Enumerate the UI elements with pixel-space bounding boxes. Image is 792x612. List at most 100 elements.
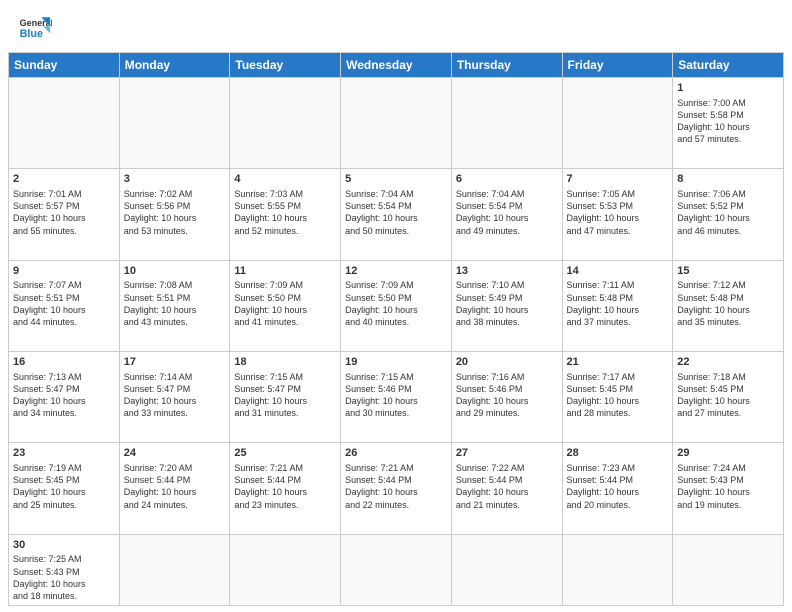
day-number: 8	[677, 172, 779, 187]
calendar-cell	[562, 534, 673, 605]
day-number: 3	[124, 172, 226, 187]
calendar-tbody: 1Sunrise: 7:00 AM Sunset: 5:58 PM Daylig…	[9, 78, 784, 606]
calendar-week-row: 30Sunrise: 7:25 AM Sunset: 5:43 PM Dayli…	[9, 534, 784, 605]
calendar-week-row: 2Sunrise: 7:01 AM Sunset: 5:57 PM Daylig…	[9, 169, 784, 260]
day-number: 22	[677, 355, 779, 370]
weekday-header-thursday: Thursday	[451, 53, 562, 78]
day-info: Sunrise: 7:12 AM Sunset: 5:48 PM Dayligh…	[677, 279, 779, 328]
day-info: Sunrise: 7:13 AM Sunset: 5:47 PM Dayligh…	[13, 371, 115, 420]
day-info: Sunrise: 7:15 AM Sunset: 5:47 PM Dayligh…	[234, 371, 336, 420]
logo: General Blue	[16, 10, 58, 46]
day-info: Sunrise: 7:22 AM Sunset: 5:44 PM Dayligh…	[456, 462, 558, 511]
calendar-cell: 17Sunrise: 7:14 AM Sunset: 5:47 PM Dayli…	[119, 351, 230, 442]
day-info: Sunrise: 7:20 AM Sunset: 5:44 PM Dayligh…	[124, 462, 226, 511]
calendar-cell: 12Sunrise: 7:09 AM Sunset: 5:50 PM Dayli…	[341, 260, 452, 351]
header: General Blue	[0, 0, 792, 52]
weekday-header-sunday: Sunday	[9, 53, 120, 78]
calendar-cell: 21Sunrise: 7:17 AM Sunset: 5:45 PM Dayli…	[562, 351, 673, 442]
calendar-wrap: SundayMondayTuesdayWednesdayThursdayFrid…	[0, 52, 792, 612]
calendar-thead: SundayMondayTuesdayWednesdayThursdayFrid…	[9, 53, 784, 78]
calendar-cell: 10Sunrise: 7:08 AM Sunset: 5:51 PM Dayli…	[119, 260, 230, 351]
calendar-cell: 3Sunrise: 7:02 AM Sunset: 5:56 PM Daylig…	[119, 169, 230, 260]
day-info: Sunrise: 7:01 AM Sunset: 5:57 PM Dayligh…	[13, 188, 115, 237]
day-number: 16	[13, 355, 115, 370]
calendar-page: General Blue SundayMondayTuesdayWednesda…	[0, 0, 792, 612]
calendar-cell: 11Sunrise: 7:09 AM Sunset: 5:50 PM Dayli…	[230, 260, 341, 351]
calendar-cell	[451, 78, 562, 169]
calendar-cell: 15Sunrise: 7:12 AM Sunset: 5:48 PM Dayli…	[673, 260, 784, 351]
day-number: 25	[234, 446, 336, 461]
calendar-cell: 6Sunrise: 7:04 AM Sunset: 5:54 PM Daylig…	[451, 169, 562, 260]
calendar-cell: 28Sunrise: 7:23 AM Sunset: 5:44 PM Dayli…	[562, 443, 673, 534]
day-info: Sunrise: 7:24 AM Sunset: 5:43 PM Dayligh…	[677, 462, 779, 511]
day-number: 20	[456, 355, 558, 370]
day-number: 19	[345, 355, 447, 370]
weekday-header-saturday: Saturday	[673, 53, 784, 78]
day-info: Sunrise: 7:04 AM Sunset: 5:54 PM Dayligh…	[345, 188, 447, 237]
day-number: 24	[124, 446, 226, 461]
calendar-cell: 30Sunrise: 7:25 AM Sunset: 5:43 PM Dayli…	[9, 534, 120, 605]
day-number: 27	[456, 446, 558, 461]
calendar-cell	[341, 78, 452, 169]
day-number: 12	[345, 264, 447, 279]
calendar-cell: 26Sunrise: 7:21 AM Sunset: 5:44 PM Dayli…	[341, 443, 452, 534]
day-info: Sunrise: 7:05 AM Sunset: 5:53 PM Dayligh…	[567, 188, 669, 237]
calendar-cell: 25Sunrise: 7:21 AM Sunset: 5:44 PM Dayli…	[230, 443, 341, 534]
calendar-cell: 4Sunrise: 7:03 AM Sunset: 5:55 PM Daylig…	[230, 169, 341, 260]
calendar-cell	[451, 534, 562, 605]
day-number: 9	[13, 264, 115, 279]
calendar-cell: 13Sunrise: 7:10 AM Sunset: 5:49 PM Dayli…	[451, 260, 562, 351]
weekday-header-friday: Friday	[562, 53, 673, 78]
day-info: Sunrise: 7:16 AM Sunset: 5:46 PM Dayligh…	[456, 371, 558, 420]
calendar-cell: 14Sunrise: 7:11 AM Sunset: 5:48 PM Dayli…	[562, 260, 673, 351]
day-number: 11	[234, 264, 336, 279]
day-number: 21	[567, 355, 669, 370]
calendar-cell: 9Sunrise: 7:07 AM Sunset: 5:51 PM Daylig…	[9, 260, 120, 351]
calendar-cell: 20Sunrise: 7:16 AM Sunset: 5:46 PM Dayli…	[451, 351, 562, 442]
calendar-cell	[230, 534, 341, 605]
calendar-cell	[673, 534, 784, 605]
day-number: 2	[13, 172, 115, 187]
calendar-cell	[562, 78, 673, 169]
calendar-cell: 23Sunrise: 7:19 AM Sunset: 5:45 PM Dayli…	[9, 443, 120, 534]
day-info: Sunrise: 7:23 AM Sunset: 5:44 PM Dayligh…	[567, 462, 669, 511]
calendar-cell: 2Sunrise: 7:01 AM Sunset: 5:57 PM Daylig…	[9, 169, 120, 260]
day-number: 30	[13, 538, 115, 553]
day-number: 4	[234, 172, 336, 187]
day-info: Sunrise: 7:08 AM Sunset: 5:51 PM Dayligh…	[124, 279, 226, 328]
day-number: 23	[13, 446, 115, 461]
calendar-week-row: 1Sunrise: 7:00 AM Sunset: 5:58 PM Daylig…	[9, 78, 784, 169]
day-info: Sunrise: 7:02 AM Sunset: 5:56 PM Dayligh…	[124, 188, 226, 237]
weekday-header-tuesday: Tuesday	[230, 53, 341, 78]
calendar-cell: 5Sunrise: 7:04 AM Sunset: 5:54 PM Daylig…	[341, 169, 452, 260]
day-number: 17	[124, 355, 226, 370]
calendar-cell	[230, 78, 341, 169]
calendar-week-row: 9Sunrise: 7:07 AM Sunset: 5:51 PM Daylig…	[9, 260, 784, 351]
calendar-cell	[119, 78, 230, 169]
day-info: Sunrise: 7:07 AM Sunset: 5:51 PM Dayligh…	[13, 279, 115, 328]
logo-icon: General Blue	[16, 10, 52, 46]
day-info: Sunrise: 7:00 AM Sunset: 5:58 PM Dayligh…	[677, 97, 779, 146]
day-number: 28	[567, 446, 669, 461]
day-info: Sunrise: 7:18 AM Sunset: 5:45 PM Dayligh…	[677, 371, 779, 420]
calendar-cell: 29Sunrise: 7:24 AM Sunset: 5:43 PM Dayli…	[673, 443, 784, 534]
day-info: Sunrise: 7:04 AM Sunset: 5:54 PM Dayligh…	[456, 188, 558, 237]
calendar-cell: 8Sunrise: 7:06 AM Sunset: 5:52 PM Daylig…	[673, 169, 784, 260]
day-info: Sunrise: 7:11 AM Sunset: 5:48 PM Dayligh…	[567, 279, 669, 328]
day-info: Sunrise: 7:25 AM Sunset: 5:43 PM Dayligh…	[13, 553, 115, 602]
day-number: 14	[567, 264, 669, 279]
day-number: 10	[124, 264, 226, 279]
calendar-cell: 27Sunrise: 7:22 AM Sunset: 5:44 PM Dayli…	[451, 443, 562, 534]
calendar-cell: 19Sunrise: 7:15 AM Sunset: 5:46 PM Dayli…	[341, 351, 452, 442]
calendar-cell: 1Sunrise: 7:00 AM Sunset: 5:58 PM Daylig…	[673, 78, 784, 169]
calendar-cell: 16Sunrise: 7:13 AM Sunset: 5:47 PM Dayli…	[9, 351, 120, 442]
weekday-header-row: SundayMondayTuesdayWednesdayThursdayFrid…	[9, 53, 784, 78]
day-number: 5	[345, 172, 447, 187]
calendar-cell: 22Sunrise: 7:18 AM Sunset: 5:45 PM Dayli…	[673, 351, 784, 442]
day-info: Sunrise: 7:09 AM Sunset: 5:50 PM Dayligh…	[345, 279, 447, 328]
svg-text:Blue: Blue	[20, 28, 43, 40]
day-info: Sunrise: 7:10 AM Sunset: 5:49 PM Dayligh…	[456, 279, 558, 328]
day-info: Sunrise: 7:15 AM Sunset: 5:46 PM Dayligh…	[345, 371, 447, 420]
day-info: Sunrise: 7:21 AM Sunset: 5:44 PM Dayligh…	[234, 462, 336, 511]
day-info: Sunrise: 7:21 AM Sunset: 5:44 PM Dayligh…	[345, 462, 447, 511]
